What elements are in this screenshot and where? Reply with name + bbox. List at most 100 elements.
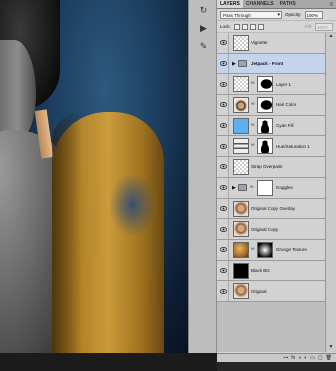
scroll-down-icon[interactable]: ▼ [326,344,336,352]
tab-layers[interactable]: LAYERS [217,0,243,8]
panel-dock-strip: ↻ ▶ ✎ [188,0,217,353]
new-group-icon[interactable]: ▭ [310,355,315,361]
link-layers-icon[interactable]: ⊶ [283,355,288,361]
eye-icon[interactable] [219,157,229,177]
layer-thumbnail[interactable] [233,97,249,114]
link-icon[interactable]: ∞ [251,122,255,128]
layer-row[interactable]: Original Copy [217,219,325,240]
opacity-field[interactable]: 100% [304,10,323,19]
layer-name: Grunge Texture [276,247,307,253]
layer-row[interactable]: ▶ ∞ Goggles [217,177,325,199]
lock-all-icon[interactable] [257,23,264,30]
layer-row[interactable]: Black BG [217,260,325,282]
history-icon[interactable]: ↻ [197,4,210,17]
layer-mask-thumbnail[interactable] [257,97,273,114]
layer-name: Cyan Fill [276,123,294,129]
layer-row[interactable]: ∞ Hair Color [217,95,325,116]
layer-thumbnail[interactable] [233,76,249,93]
layer-thumbnail[interactable] [233,138,249,155]
layer-thumbnail[interactable] [233,35,249,51]
add-mask-icon[interactable]: ◑ [298,355,301,361]
layer-mask-thumbnail[interactable] [257,76,273,93]
eye-icon[interactable] [219,95,229,115]
layer-name: Original Copy Overlay [251,205,296,211]
blend-row: Pass Through Opacity: 100% [217,9,336,21]
lock-pixels-icon[interactable] [241,23,248,30]
link-icon[interactable]: ∞ [250,184,254,190]
layer-thumbnail[interactable] [233,221,249,238]
lock-transparency-icon[interactable] [233,23,240,30]
eye-icon[interactable] [219,219,229,239]
eye-icon[interactable] [219,239,229,260]
layer-row[interactable]: Original Copy Overlay [217,198,325,220]
link-icon[interactable]: ∞ [251,80,255,86]
scroll-up-icon[interactable]: ▲ [326,33,336,41]
disclosure-triangle-icon[interactable]: ▶ [232,178,236,198]
layers-panel: LAYERS CHANNELS PATHS ≡ Pass Through Opa… [217,0,336,353]
panel-bottom-edge [217,362,336,371]
document-canvas[interactable] [0,0,188,353]
layer-thumbnail[interactable] [233,159,249,176]
layer-name: Layer 1 [276,81,292,87]
link-icon[interactable]: ∞ [251,246,255,252]
layer-row[interactable]: ∞ Grunge Texture [217,239,325,261]
layers-list: Vignette ▶ Jetpack - Front ∞ Layer 1 ∞ Hair Co… [217,33,325,352]
fill-label: Fill: [305,24,312,29]
layer-name: Strap Overpaint [251,164,283,170]
link-icon[interactable]: ∞ [251,101,255,107]
eye-icon[interactable] [219,260,229,281]
tab-channels[interactable]: CHANNELS [243,0,277,8]
layer-row[interactable]: Strap Overpaint [217,157,325,178]
layer-thumbnail[interactable] [233,283,249,300]
tab-paths[interactable]: PATHS [277,0,299,8]
layer-name: Original [251,288,267,294]
blend-mode-select[interactable]: Pass Through [220,10,282,19]
layer-mask-thumbnail[interactable] [257,138,273,155]
eye-icon[interactable] [219,53,229,74]
eye-icon[interactable] [219,177,229,198]
layer-row[interactable]: ∞ Cyan Fill [217,115,325,137]
fx-icon[interactable]: fx [291,355,295,361]
layer-mask-thumbnail[interactable] [257,241,273,258]
layer-name: Jetpack - Front [251,61,284,67]
layer-thumbnail[interactable] [233,262,249,279]
disclosure-triangle-icon[interactable]: ▶ [232,54,236,74]
layer-row[interactable]: ∞ Hue/Saturation 1 [217,136,325,158]
folder-icon [238,59,247,67]
layer-mask-thumbnail[interactable] [257,117,273,134]
lock-position-icon[interactable] [249,23,256,30]
layer-mask-thumbnail[interactable] [257,179,273,196]
brush-icon[interactable]: ✎ [197,40,210,53]
fill-field[interactable]: 100% [315,22,333,31]
layer-thumbnail[interactable] [233,117,249,134]
layer-name: Goggles [276,185,293,191]
folder-icon [238,183,247,191]
trash-icon[interactable]: 🗑 [326,355,332,361]
lock-label: Lock: [220,24,231,29]
eye-icon[interactable] [219,33,229,53]
panel-menu-icon[interactable]: ≡ [329,2,336,8]
eye-icon[interactable] [219,281,229,301]
layers-scrollbar[interactable]: ▲ ▼ [325,33,336,352]
layer-name: Vignette [251,40,268,46]
layer-thumbnail[interactable] [233,241,249,258]
layer-row[interactable]: ▶ Jetpack - Front [217,53,325,75]
eye-icon[interactable] [219,136,229,157]
layer-row[interactable]: Original [217,281,325,302]
canvas-bottom-edge [0,353,217,371]
new-layer-icon[interactable]: ▢ [318,355,323,361]
layer-row[interactable]: ∞ Layer 1 [217,74,325,96]
lock-row: Lock: Fill: 100% [217,21,336,33]
opacity-label: Opacity: [285,12,302,17]
layer-row[interactable]: Vignette [217,33,325,54]
layers-bottom-bar: ⊶ fx ◑ ◐ ▭ ▢ 🗑 [217,353,336,362]
eye-icon[interactable] [219,198,229,219]
artwork-highlight [110,175,155,235]
link-icon[interactable]: ∞ [251,142,255,148]
adjustment-layer-icon[interactable]: ◐ [304,355,307,361]
layer-thumbnail[interactable] [233,200,249,217]
actions-icon[interactable]: ▶ [197,22,210,35]
eye-icon[interactable] [219,74,229,95]
layer-name: Hair Color [276,102,297,108]
eye-icon[interactable] [219,115,229,136]
